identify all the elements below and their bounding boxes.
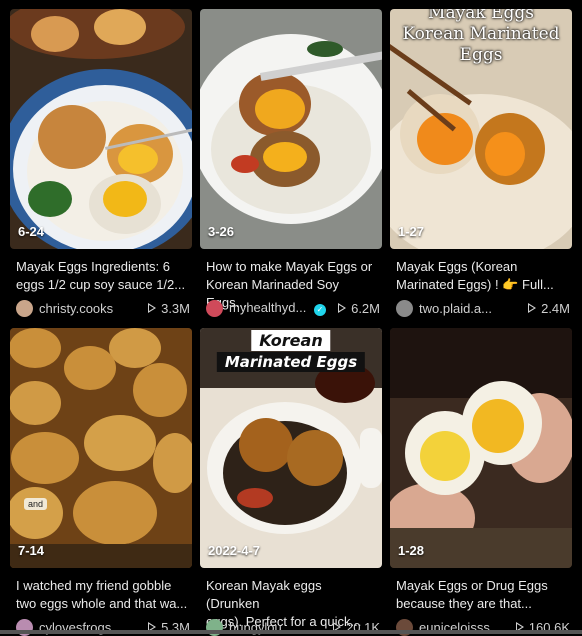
avatar[interactable]	[206, 299, 223, 317]
caption-line: Mayak Eggs or Drug Eggs	[396, 578, 548, 593]
verified-badge-icon: ✓	[313, 303, 326, 316]
video-caption: Mayak Eggs (Korean Marinated Eggs) ! 👉 F…	[396, 258, 568, 294]
view-count: 6.2M	[338, 301, 380, 316]
play-icon	[148, 303, 157, 313]
view-count-value: 2.4M	[541, 300, 570, 316]
view-count: 3.3M	[148, 301, 190, 316]
play-icon	[528, 303, 537, 313]
username[interactable]: christy.cooks	[39, 301, 142, 316]
video-meta: myhealthyd... ✓ 6.2M	[206, 299, 380, 317]
username[interactable]: myhealthyd... ✓	[229, 300, 332, 316]
video-grid: 6-24 Mayak Eggs Ingredients: 6 eggs 1/2 …	[0, 0, 582, 636]
video-date: 7-14	[18, 543, 45, 558]
caption-line: How to make Mayak Eggs or	[206, 259, 373, 274]
caption-line: I watched my friend gobble	[16, 578, 172, 593]
play-icon	[338, 303, 347, 313]
view-count: 2.4M	[528, 301, 570, 316]
caption-line: because they are that...	[396, 596, 532, 611]
video-meta: christy.cooks 3.3M	[16, 299, 190, 317]
view-count-value: 6.2M	[351, 300, 380, 316]
video-caption: Mayak Eggs Ingredients: 6 eggs 1/2 cup s…	[16, 258, 188, 294]
video-caption: I watched my friend gobble two eggs whol…	[16, 577, 188, 613]
overlay-line: Mayak Eggs	[428, 9, 534, 23]
caption-line: eggs 1/2 cup soy sauce 1/2...	[16, 277, 186, 292]
username-text: myhealthyd...	[229, 300, 307, 316]
video-thumbnail[interactable]: 1-28	[390, 328, 572, 568]
video-thumbnail[interactable]: 6-24	[10, 9, 192, 249]
video-date: 1-28	[398, 543, 425, 558]
avatar[interactable]	[16, 299, 33, 317]
overlay-line: Eggs	[459, 45, 503, 65]
caption-line: two eggs whole and that wa...	[16, 596, 188, 611]
caption-line: Mayak Eggs Ingredients: 6	[16, 259, 170, 274]
video-banner: Marinated Eggs	[216, 352, 366, 372]
video-caption: Mayak Eggs or Drug Eggs because they are…	[396, 577, 568, 613]
view-count-value: 3.3M	[161, 300, 190, 316]
avatar[interactable]	[396, 299, 413, 317]
video-date: 6-24	[18, 224, 45, 239]
video-thumbnail[interactable]: 3-26	[200, 9, 382, 249]
video-date: 2022-4-7	[208, 543, 261, 558]
video-meta: two.plaid.a... 2.4M	[396, 299, 570, 317]
video-thumbnail[interactable]: Korean Marinated Eggs 2022-4-7	[200, 328, 382, 568]
overlay-line: Korean Marinated	[402, 24, 560, 44]
video-banner: Korean	[251, 330, 331, 351]
caption-line: Mayak Eggs (Korean	[396, 259, 518, 274]
video-overlay-title: Mayak Eggs Korean Marinated Eggs	[390, 9, 572, 66]
video-thumbnail[interactable]: and 7-14	[10, 328, 192, 568]
video-date: 1-27	[398, 224, 425, 239]
video-date: 3-26	[208, 224, 235, 239]
caption-line: Korean Mayak eggs (Drunken	[206, 578, 322, 611]
caption-line: Marinated Eggs) ! 👉 Full...	[396, 277, 554, 292]
bottom-divider	[0, 630, 582, 634]
username[interactable]: two.plaid.a...	[419, 301, 522, 316]
video-sticker: and	[24, 498, 48, 510]
video-thumbnail[interactable]: Mayak Eggs Korean Marinated Eggs 1-27	[390, 9, 572, 249]
